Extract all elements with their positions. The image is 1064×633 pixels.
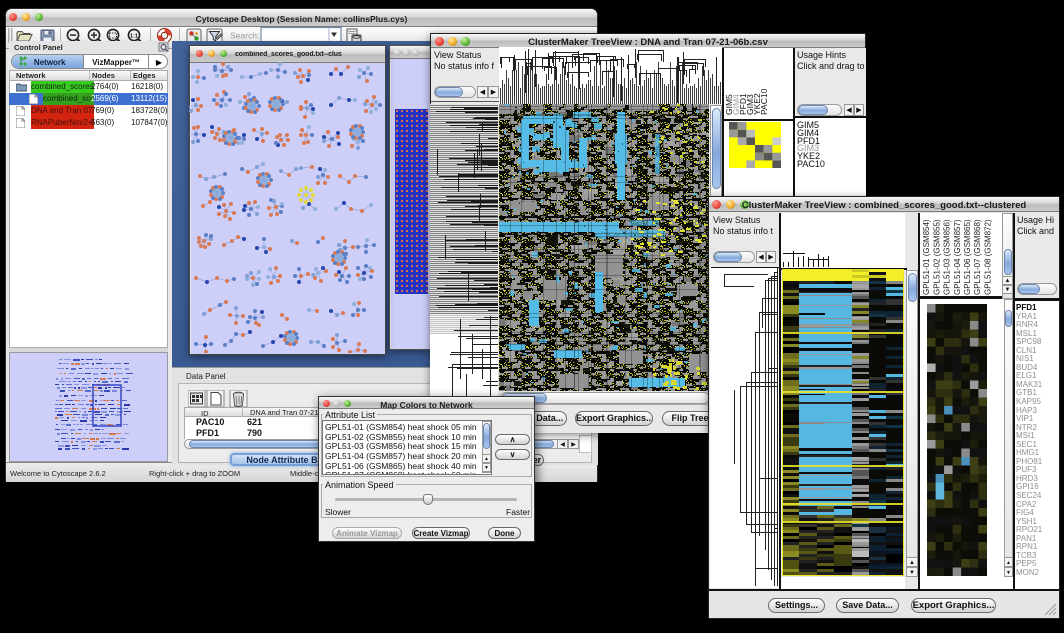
svg-text:Search:: Search:: [230, 31, 259, 41]
svg-text:PAC10: PAC10: [759, 88, 769, 115]
svg-text:1:1: 1:1: [130, 33, 138, 39]
svg-text:GPL51-02 (GSM855): GPL51-02 (GSM855): [932, 219, 941, 295]
svg-text:GPL51-07 (GSM868): GPL51-07 (GSM868): [973, 219, 982, 295]
svg-text:GPL51-06 (GSM865): GPL51-06 (GSM865): [963, 219, 972, 295]
svg-text:GPL51-01 (GSM854): GPL51-01 (GSM854): [922, 219, 931, 295]
svg-text:GPL51-04 (GSM857): GPL51-04 (GSM857): [953, 219, 962, 295]
svg-text:GPL51-03 (GSM856): GPL51-03 (GSM856): [943, 219, 952, 295]
svg-text:GPL51-08 (GSM872): GPL51-08 (GSM872): [983, 219, 992, 295]
